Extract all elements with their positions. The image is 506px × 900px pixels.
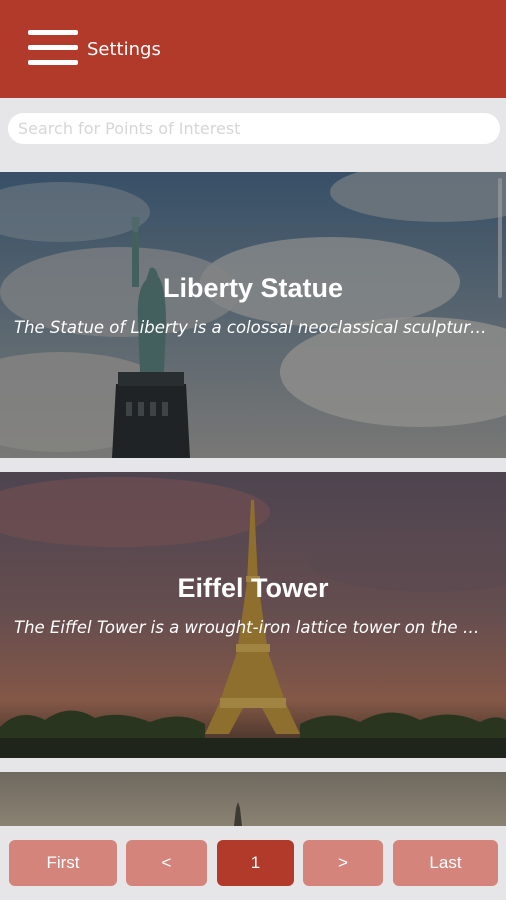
app-header: Settings: [0, 0, 506, 98]
poi-description: The Eiffel Tower is a wrought-iron latti…: [14, 618, 488, 637]
header-title[interactable]: Settings: [87, 38, 161, 62]
next-page-button[interactable]: >: [303, 840, 383, 886]
card-overlay: [0, 472, 506, 758]
last-page-button[interactable]: Last: [393, 840, 498, 886]
card-overlay: [0, 172, 506, 458]
poi-card-eiffel-tower[interactable]: Eiffel Tower The Eiffel Tower is a wroug…: [0, 472, 506, 758]
first-page-button[interactable]: First: [9, 840, 117, 886]
poi-card-partial[interactable]: [0, 772, 506, 826]
search-bar: [8, 113, 500, 144]
poi-card-liberty-statue[interactable]: Liberty Statue The Statue of Liberty is …: [0, 172, 506, 458]
previous-page-button[interactable]: <: [126, 840, 207, 886]
current-page-button[interactable]: 1: [217, 840, 294, 886]
search-input[interactable]: [8, 113, 500, 144]
hamburger-menu-icon[interactable]: [28, 30, 78, 68]
poi-description: The Statue of Liberty is a colossal neoc…: [14, 318, 488, 337]
poi-image-partial: [0, 772, 506, 826]
poi-title: Liberty Statue: [162, 273, 344, 303]
poi-title: Eiffel Tower: [177, 573, 329, 603]
pagination-bar: First < 1 > Last: [0, 826, 506, 900]
scrollbar[interactable]: [498, 178, 502, 298]
